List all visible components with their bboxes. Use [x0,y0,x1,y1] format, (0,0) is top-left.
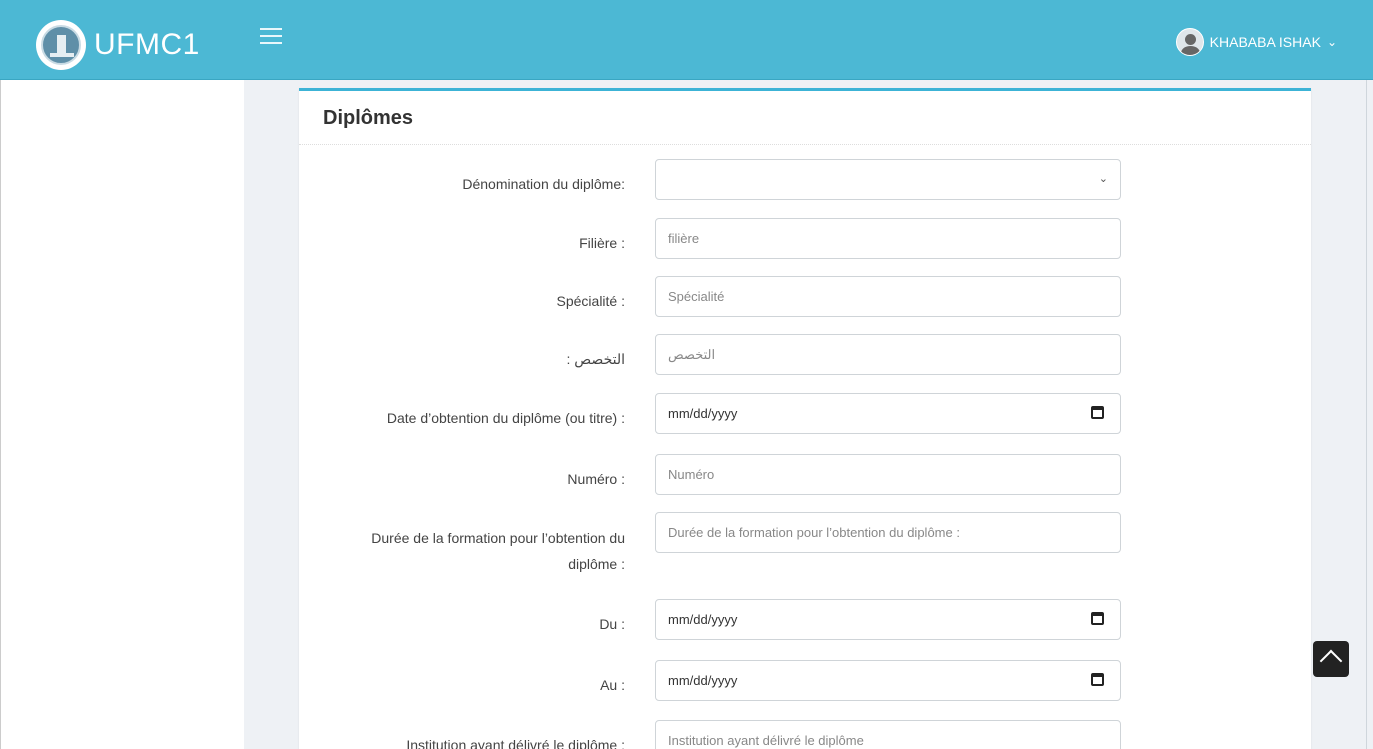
divider [299,144,1311,145]
date-obtention-label: Date d’obtention du diplôme (ou titre) : [386,410,625,426]
brand-name: UFMC1 [94,28,200,61]
denomination-select[interactable]: ⌄ [655,159,1121,200]
chevron-down-icon: ⌄ [1098,173,1108,185]
chevron-down-icon: ⌄ [1326,35,1337,49]
takhasous-label: : التخصص [566,351,626,367]
hamburger-icon[interactable] [260,28,282,46]
user-name: KHABABA ISHAK [1209,34,1321,50]
du-label: Du : [599,616,625,632]
duree-label: Durée de la formation pour l’obtention d… [371,525,625,577]
top-bar: UFMC1 KHABABA ISHAK ⌄ [0,0,1373,80]
chevron-up-icon[interactable] [1313,641,1349,677]
duree-input[interactable]: Durée de la formation pour l’obtention d… [655,512,1121,553]
sidebar [0,80,244,749]
duree-label-line1: Durée de la formation pour l’obtention d… [371,530,625,546]
au-value: mm/dd/yyyy [668,673,738,688]
du-value: mm/dd/yyyy [668,612,738,627]
takhasous-input[interactable]: التخصص [655,334,1121,375]
au-date-input[interactable]: mm/dd/yyyy [655,660,1121,701]
denomination-label: Dénomination du diplôme: [462,176,625,192]
calendar-icon[interactable] [1091,673,1104,686]
university-logo [36,20,86,70]
card-title: Diplômes [323,107,414,129]
duree-label-line2: diplôme : [568,556,625,572]
au-label: Au : [600,677,625,693]
filiere-input[interactable]: filière [655,218,1121,259]
filiere-label: Filière : [579,235,625,251]
specialite-label: Spécialité : [556,293,625,309]
date-obtention-input[interactable]: mm/dd/yyyy [655,393,1121,434]
user-menu[interactable]: KHABABA ISHAK ⌄ [1175,28,1337,56]
institution-input[interactable]: Institution ayant délivré le diplôme [655,720,1121,749]
date-obtention-value: mm/dd/yyyy [668,406,738,421]
du-date-input[interactable]: mm/dd/yyyy [655,599,1121,640]
specialite-input[interactable]: Spécialité [655,276,1121,317]
brand[interactable]: UFMC1 [36,20,200,70]
numero-input[interactable]: Numéro [655,454,1121,495]
calendar-icon[interactable] [1091,612,1104,625]
divider [1366,80,1367,749]
institution-label: Institution ayant délivré le diplôme : [406,737,625,749]
diplomes-card: Diplômes Dénomination du diplôme: ⌄ Fili… [299,88,1311,749]
calendar-icon[interactable] [1091,406,1104,419]
avatar [1175,28,1204,56]
numero-label: Numéro : [567,471,625,487]
